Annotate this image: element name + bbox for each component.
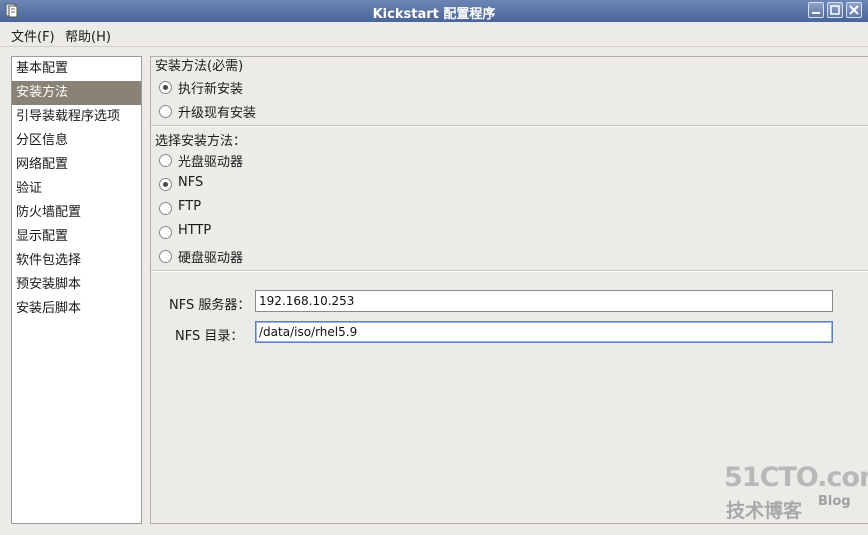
separator	[151, 125, 868, 127]
method-title: 选择安装方法：	[155, 134, 247, 149]
sidebar-item-basic-config[interactable]: 基本配置	[12, 57, 141, 81]
radio-button[interactable]	[159, 154, 172, 167]
watermark-subtitle: 技术博客	[726, 500, 803, 522]
radio-label: 光盘驱动器	[178, 155, 244, 170]
sidebar-item-install-method[interactable]: 安装方法	[12, 81, 141, 105]
watermark-blog: Blog	[818, 494, 851, 509]
menu-bar: 文件(F) 帮助(H)	[0, 22, 868, 47]
radio-label: 升级现有安装	[178, 106, 257, 121]
radio-button[interactable]	[159, 81, 172, 94]
nfs-dir-input[interactable]	[255, 321, 833, 343]
sidebar-item-partition[interactable]: 分区信息	[12, 129, 141, 153]
sidebar-item-authentication[interactable]: 验证	[12, 177, 141, 201]
nfs-server-label: NFS 服务器：	[169, 298, 251, 313]
separator	[151, 270, 868, 272]
radio-button[interactable]	[159, 202, 172, 215]
menu-file[interactable]: 文件(F)	[11, 26, 55, 45]
section-title: 安装方法(必需)	[155, 59, 244, 74]
radio-button[interactable]	[159, 250, 172, 263]
close-button[interactable]	[846, 2, 862, 18]
sidebar-item-network[interactable]: 网络配置	[12, 153, 141, 177]
sidebar-item-bootloader[interactable]: 引导装载程序选项	[12, 105, 141, 129]
sidebar-item-pre-script[interactable]: 预安装脚本	[12, 273, 141, 297]
window-title: Kickstart 配置程序	[372, 7, 496, 22]
install-method-panel: 安装方法(必需) 执行新安装 升级现有安装 选择安装方法： 光盘驱动器 NFS …	[150, 56, 868, 524]
sidebar-item-post-script[interactable]: 安装后脚本	[12, 297, 141, 321]
radio-button[interactable]	[159, 105, 172, 118]
watermark-logo: 51CTO.com	[724, 462, 868, 493]
radio-label: 执行新安装	[178, 82, 244, 97]
radio-label: HTTP	[178, 223, 212, 238]
radio-button[interactable]	[159, 226, 172, 239]
menu-help[interactable]: 帮助(H)	[65, 26, 111, 45]
maximize-button[interactable]	[827, 2, 843, 18]
radio-button[interactable]	[159, 178, 172, 191]
nfs-dir-label: NFS 目录：	[175, 329, 244, 344]
sidebar-item-display[interactable]: 显示配置	[12, 225, 141, 249]
minimize-button[interactable]	[808, 2, 824, 18]
radio-label: NFS	[178, 175, 204, 190]
sidebar-item-packages[interactable]: 软件包选择	[12, 249, 141, 273]
sidebar: 基本配置 安装方法 引导装载程序选项 分区信息 网络配置 验证 防火墙配置 显示…	[11, 56, 142, 524]
sidebar-item-firewall[interactable]: 防火墙配置	[12, 201, 141, 225]
title-bar: Kickstart 配置程序	[0, 0, 868, 22]
radio-label: 硬盘驱动器	[178, 251, 244, 266]
nfs-server-input[interactable]	[255, 290, 833, 312]
radio-label: FTP	[178, 199, 202, 214]
